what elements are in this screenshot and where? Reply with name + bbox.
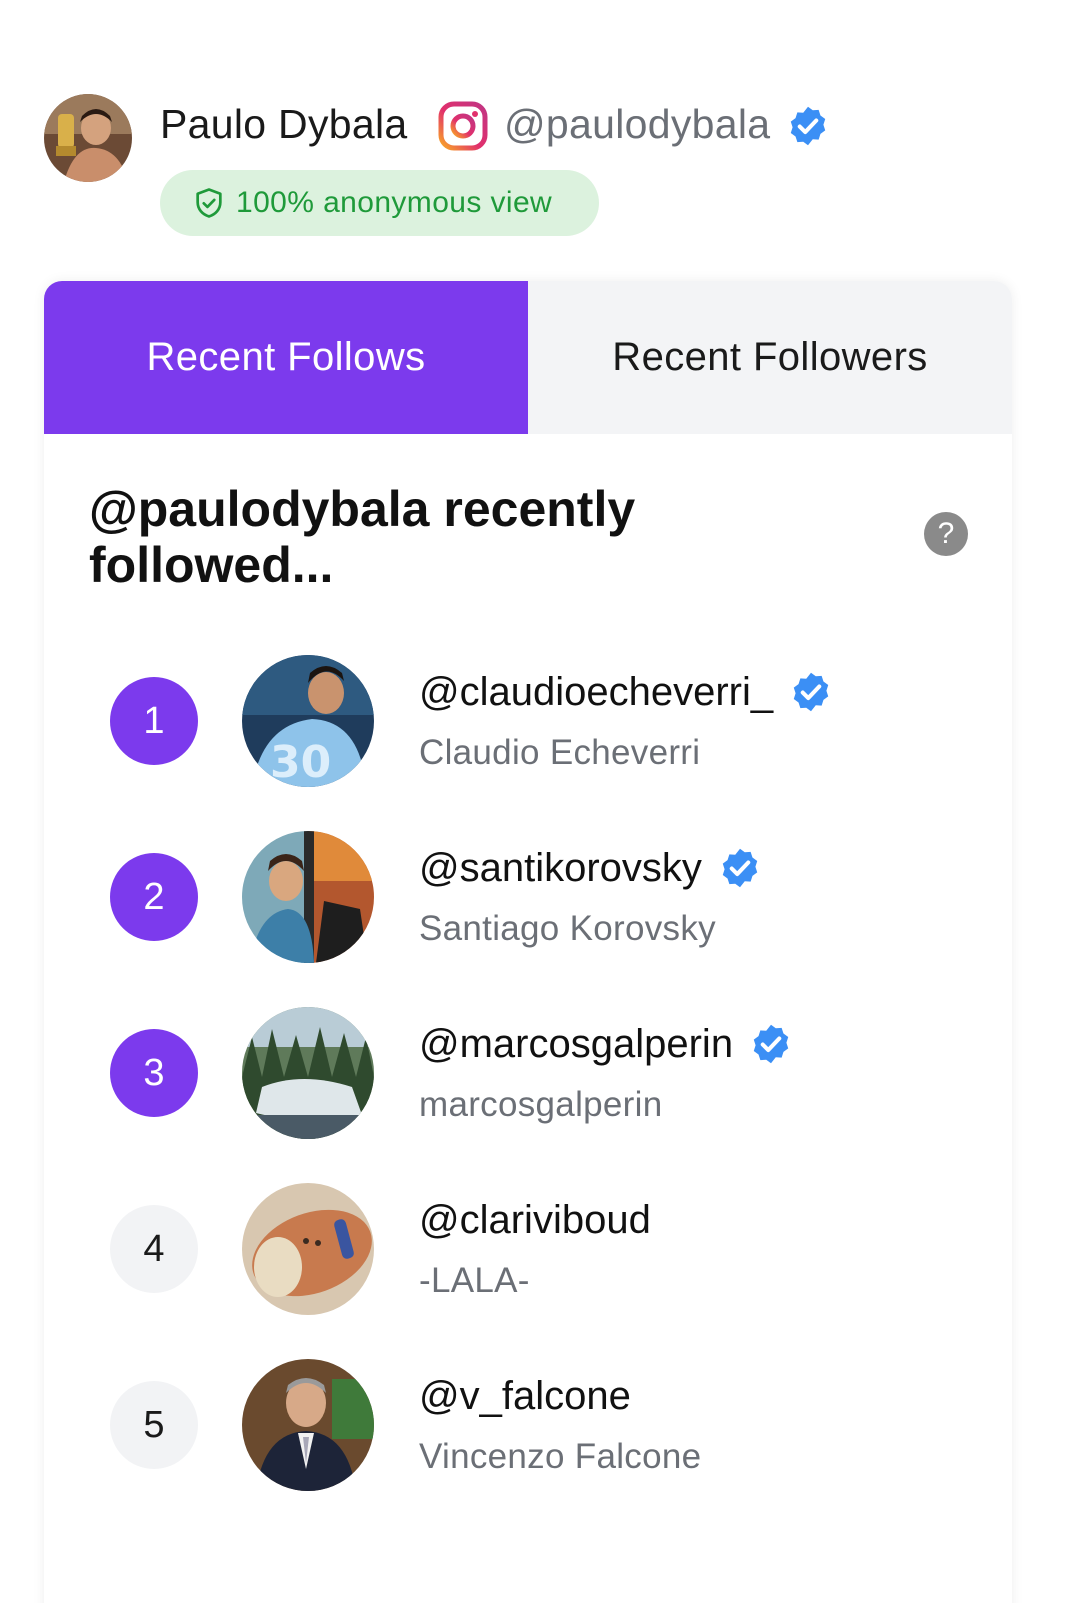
- account-name: -LALA-: [419, 1261, 530, 1300]
- section-title: @paulodybala recently followed...: [89, 481, 636, 593]
- account-handle[interactable]: @v_falcone: [419, 1371, 631, 1421]
- verified-badge-icon: [786, 104, 830, 148]
- account-handle-text[interactable]: @v_falcone: [419, 1371, 631, 1421]
- account-handle-text[interactable]: @marcosgalperin: [419, 1019, 733, 1069]
- profile-handle[interactable]: @paulodybala: [504, 98, 770, 150]
- tab-recent-follows[interactable]: Recent Follows: [44, 281, 528, 434]
- rank-badge: 5: [110, 1381, 198, 1469]
- account-name: marcosgalperin: [419, 1085, 663, 1124]
- profile-name: Paulo Dybala: [160, 101, 408, 147]
- account-handle[interactable]: @claudioecheverri_: [419, 667, 833, 717]
- account-handle[interactable]: @santikorovsky: [419, 843, 762, 893]
- list-item[interactable]: 2 @santikorovsky Santiago Korovsky: [44, 829, 1012, 1005]
- verified-badge-icon: [718, 846, 762, 890]
- avatar[interactable]: [242, 1359, 374, 1491]
- rank-badge: 1: [110, 677, 198, 765]
- account-name: Santiago Korovsky: [419, 909, 716, 948]
- account-handle[interactable]: @marcosgalperin: [419, 1019, 793, 1069]
- account-handle-text[interactable]: @claudioecheverri_: [419, 667, 773, 717]
- profile-avatar: [44, 94, 132, 182]
- avatar[interactable]: 30: [242, 655, 374, 787]
- tab-bar: Recent Follows Recent Followers: [44, 281, 1012, 434]
- verified-badge-icon: [749, 1022, 793, 1066]
- help-icon[interactable]: ?: [924, 512, 968, 556]
- shield-check-icon: [192, 186, 226, 220]
- list-item[interactable]: 5 @v_falcone Vincenzo Falcone: [44, 1357, 1012, 1533]
- follows-list: 1 30 @claudioecheverri_ Claudio Echeverr…: [44, 653, 1012, 1533]
- avatar[interactable]: [242, 1007, 374, 1139]
- anonymous-view-badge: 100% anonymous view: [160, 170, 599, 236]
- rank-badge: 4: [110, 1205, 198, 1293]
- verified-badge-icon: [789, 670, 833, 714]
- account-name: Vincenzo Falcone: [419, 1437, 702, 1476]
- avatar[interactable]: [242, 1183, 374, 1315]
- account-handle[interactable]: @clariviboud: [419, 1195, 651, 1245]
- rank-badge: 2: [110, 853, 198, 941]
- tab-recent-followers[interactable]: Recent Followers: [528, 281, 1012, 434]
- list-item[interactable]: 3 @marcosgalperin marcosgalperin: [44, 1005, 1012, 1181]
- account-handle-text[interactable]: @santikorovsky: [419, 843, 702, 893]
- svg-text:30: 30: [270, 737, 331, 787]
- list-item[interactable]: 4 @clariviboud -LALA-: [44, 1181, 1012, 1357]
- rank-badge: 3: [110, 1029, 198, 1117]
- account-handle-text[interactable]: @clariviboud: [419, 1195, 651, 1245]
- anonymous-view-label: 100% anonymous view: [236, 186, 553, 219]
- follows-card: Recent Follows Recent Followers @paulody…: [44, 281, 1012, 1603]
- instagram-icon: [438, 101, 488, 151]
- list-item[interactable]: 1 30 @claudioecheverri_ Claudio Echeverr…: [44, 653, 1012, 829]
- avatar[interactable]: [242, 831, 374, 963]
- page: Paulo Dybala @paulodybala 100% anonymous…: [0, 0, 1079, 1603]
- account-name: Claudio Echeverri: [419, 733, 701, 772]
